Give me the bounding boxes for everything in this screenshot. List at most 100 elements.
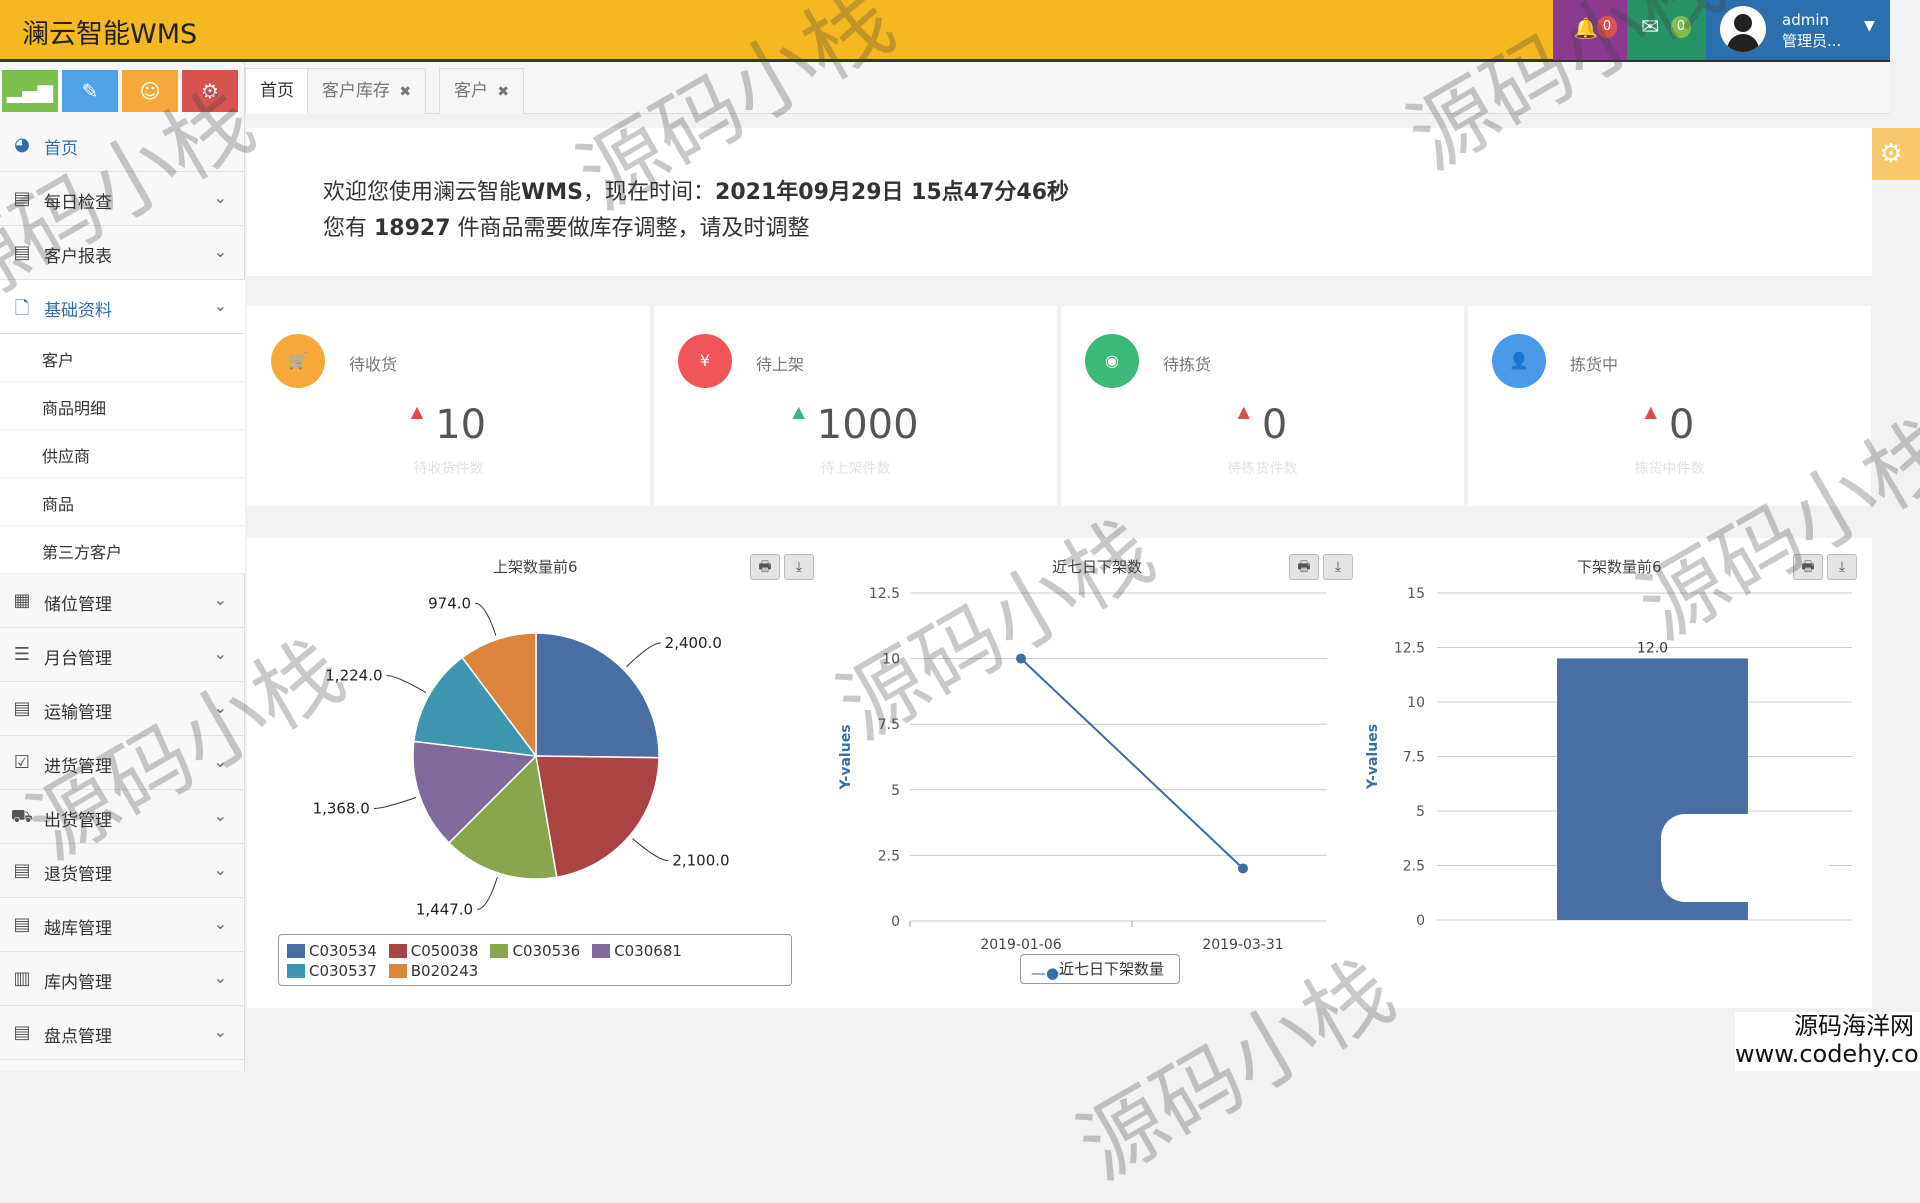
close-icon[interactable]: ✖	[497, 84, 509, 100]
legend-item-C030534[interactable]: C030534	[287, 941, 377, 961]
site-url: www.codehy.com	[1735, 1040, 1920, 1068]
building-icon: ▦	[13, 590, 31, 611]
list-icon: ▤	[13, 188, 31, 209]
sidebar-item-returns[interactable]: ▤ 退货管理 ⌄	[0, 844, 245, 898]
users-icon: ☺	[139, 79, 161, 103]
sidebar-item-daily-check[interactable]: ▤ 每日检查 ⌄	[0, 172, 245, 226]
pie-data-label: 1,368.0	[313, 800, 370, 818]
close-icon[interactable]: ✖	[399, 84, 411, 100]
sidebar-item-in-warehouse[interactable]: ▥ 库内管理 ⌄	[0, 952, 245, 1006]
legend-label: C030534	[309, 942, 377, 960]
sidebar-item-cross-dock[interactable]: ▤ 越库管理 ⌄	[0, 898, 245, 952]
sidebar-item-label: 退货管理	[44, 865, 112, 885]
signal-button[interactable]: ▂▄▆	[2, 70, 58, 112]
sidebar-item-customer-report[interactable]: ▤ 客户报表 ⌄	[0, 226, 245, 280]
sidebar-item-inbound[interactable]: ☑ 进货管理 ⌄	[0, 736, 245, 790]
welcome-text: 您有	[323, 216, 374, 241]
sidebar-item-basic-data[interactable]: 🗋 基础资料 ⌄	[0, 280, 245, 334]
sidebar-item-label: 运输管理	[44, 703, 112, 723]
cogs-icon: ⚙	[201, 79, 219, 103]
pencil-button[interactable]: ✎	[62, 70, 118, 112]
sidebar-subitem-product-detail[interactable]: 商品明细	[0, 382, 245, 430]
chevron-down-icon: ⌄	[213, 752, 227, 771]
stat-label: 待收货	[349, 355, 398, 374]
sidebar-subitem-third-party[interactable]: 第三方客户	[0, 526, 245, 574]
y-tick-label: 15	[1407, 586, 1425, 602]
welcome-panel: 欢迎您使用澜云智能WMS，现在时间：2021年09月29日 15点47分46秒 …	[247, 128, 1872, 276]
user-icon: 👤	[1492, 334, 1546, 388]
pie-slice-C050038	[535, 755, 660, 879]
y-tick-label: 2.5	[1403, 859, 1425, 875]
stat-label: 待上架	[756, 355, 805, 374]
sidebar-item-transport[interactable]: ▤ 运输管理 ⌄	[0, 682, 245, 736]
sidebar-subitem-product[interactable]: 商品	[0, 478, 245, 526]
messages-count-badge: 0	[1671, 16, 1691, 38]
pencil-icon: ✎	[81, 79, 99, 103]
file-icon: 🗋	[14, 298, 30, 319]
y-axis-label: Y-values	[838, 724, 854, 790]
messages-button[interactable]: ✉ 0	[1627, 0, 1706, 60]
sidebar-item-label: 储位管理	[44, 595, 112, 615]
legend-item-C030681[interactable]: C030681	[592, 941, 682, 961]
dashboard-icon: ◕	[14, 134, 30, 155]
chevron-down-icon: ⌄	[213, 644, 227, 663]
chevron-down-icon: ⌄	[213, 1022, 227, 1041]
sidebar-item-home[interactable]: ◕ 首页	[0, 120, 245, 172]
x-tick-label: 2019-01-06	[980, 937, 1061, 953]
tab-customer[interactable]: 客户 ✖	[439, 68, 525, 114]
tab-customer-stock[interactable]: 客户库存 ✖	[307, 68, 427, 114]
user-menu[interactable]: admin 管理员... ▼	[1706, 0, 1890, 60]
legend-item-C050038[interactable]: C050038	[388, 941, 479, 961]
sidebar-item-inventory-count[interactable]: ▤ 盘点管理 ⌄	[0, 1006, 245, 1060]
subitem-label: 客户	[42, 351, 75, 370]
stat-value-row: ▲ 10	[247, 402, 650, 448]
stat-card-pending-putaway[interactable]: ¥ 待上架 ▲ 1000 待上架件数	[654, 306, 1057, 506]
cart-icon: 🛒	[271, 334, 325, 388]
gear-icon: ⚙	[1879, 139, 1903, 169]
stat-value-row: ▲ 1000	[654, 402, 1057, 448]
legend-swatch	[287, 964, 305, 978]
truck-icon: ⛟	[10, 806, 34, 827]
sidebar-item-label: 盘点管理	[44, 1027, 112, 1047]
subitem-label: 第三方客户	[42, 543, 123, 562]
y-tick-label: 0	[891, 914, 900, 930]
caret-down-icon: ▼	[1864, 18, 1875, 34]
stat-card-pending-pick[interactable]: ◉ 待拣货 ▲ 0 待拣货件数	[1061, 306, 1464, 506]
sidebar-item-label: 进货管理	[44, 757, 112, 777]
signal-icon: ▂▄▆	[6, 79, 54, 103]
notifications-button[interactable]: 🔔 0	[1553, 0, 1627, 60]
adjust-count: 18927	[374, 216, 451, 241]
cogs-button[interactable]: ⚙	[182, 70, 238, 112]
pie-label-connector	[475, 602, 497, 636]
site-name: 源码海洋网	[1794, 1012, 1914, 1040]
line-legend[interactable]: —●— 近七日下架数量	[1020, 954, 1180, 984]
pie-label-connector	[632, 838, 669, 862]
stat-card-pending-receipt[interactable]: 🛒 待收货 ▲ 10 待收货件数	[247, 306, 650, 506]
sidebar-item-platform[interactable]: ☰ 月台管理 ⌄	[0, 628, 245, 682]
legend-item-C030536[interactable]: C030536	[490, 941, 580, 961]
welcome-line-2: 您有 18927 件商品需要做库存调整，请及时调整	[323, 210, 810, 242]
sidebar-item-outbound[interactable]: ⛟ 出货管理 ⌄	[0, 790, 245, 844]
stat-sub: 待收货件数	[413, 461, 484, 477]
y-tick-label: 0	[1416, 913, 1425, 929]
subitem-label: 商品明细	[42, 399, 107, 418]
welcome-text: 欢迎您使用澜云智能	[323, 180, 522, 205]
series-line	[1020, 657, 1244, 870]
stat-sub: 待上架件数	[820, 461, 891, 477]
sidebar-subitem-customer[interactable]: 客户	[0, 334, 245, 382]
app-brand[interactable]: 澜云智能WMS	[22, 12, 197, 51]
legend-swatch	[388, 964, 407, 978]
sidebar-subitem-supplier[interactable]: 供应商	[0, 430, 245, 478]
pie-label-connector	[626, 642, 661, 668]
legend-label: C050038	[410, 942, 479, 960]
y-tick-label: 10	[1407, 695, 1425, 711]
tab-home[interactable]: 首页	[245, 68, 309, 114]
y-tick-label: 2.5	[878, 848, 900, 864]
stat-sub: 拣货中件数	[1634, 461, 1705, 477]
avatar	[1720, 6, 1766, 52]
sidebar-item-storage[interactable]: ▦ 储位管理 ⌄	[0, 574, 245, 628]
legend-item-C030537[interactable]: C030537	[287, 961, 377, 981]
stat-card-picking[interactable]: 👤 拣货中 ▲ 0 拣货中件数	[1468, 306, 1871, 506]
users-button[interactable]: ☺	[122, 70, 178, 112]
legend-item-B020243[interactable]: B020243	[388, 961, 478, 981]
